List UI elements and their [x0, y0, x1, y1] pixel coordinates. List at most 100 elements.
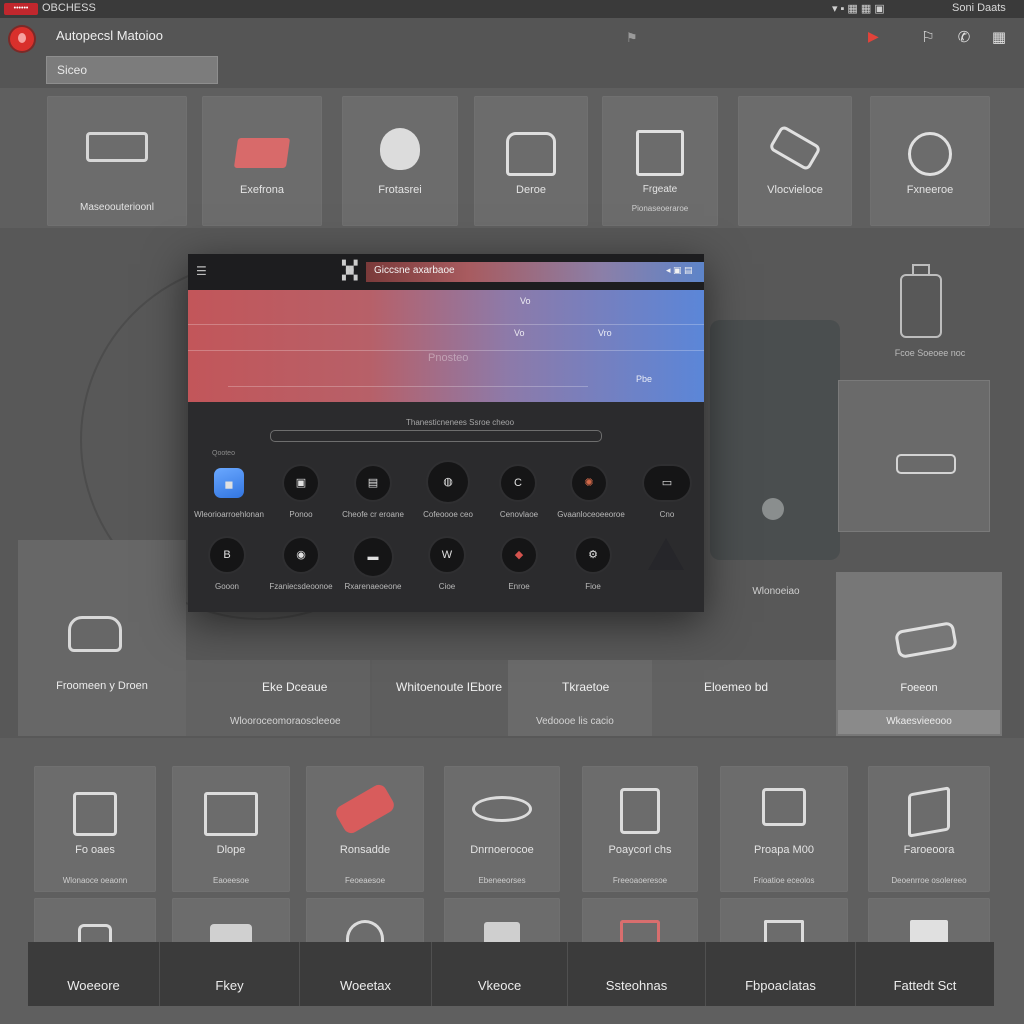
- app-icon-6[interactable]: ✺: [572, 466, 606, 500]
- modal-section-label: Qooteo: [212, 450, 235, 457]
- tile-low-6[interactable]: [720, 898, 848, 944]
- tile-label: Deroe: [516, 184, 546, 196]
- right-tile-sub: Wkaesvieeooo: [838, 710, 1000, 734]
- tile-sub: Frioatioe eceolos: [753, 876, 815, 885]
- strip-label: Whitoenoute IEbore: [396, 680, 503, 694]
- tile-sub: Feoeaesoe: [344, 876, 386, 885]
- dock-item-2[interactable]: Fkey: [160, 942, 300, 1006]
- app-icon-1[interactable]: ◼: [214, 468, 244, 498]
- dock-item-6[interactable]: Fbpoaclatas: [706, 942, 856, 1006]
- right-panel[interactable]: [838, 380, 990, 532]
- tile-low-3[interactable]: [306, 898, 424, 944]
- app-launcher-modal[interactable]: ☰ ▚▞ ▞▚ Giccsne axarbaoe ◂ ▣ ▤ Vo Vo Vro …: [188, 254, 704, 612]
- hero-text: Vo: [514, 328, 525, 338]
- gauge-icon: [908, 132, 952, 176]
- tile-sub: Wlonaoce oeaonn: [62, 876, 128, 885]
- tile-top-7[interactable]: Fxneeroe: [870, 96, 990, 226]
- app-icon-11[interactable]: W: [430, 538, 464, 572]
- tile-low-4[interactable]: [444, 898, 560, 944]
- hero-text: Vro: [598, 328, 612, 338]
- grid-icon[interactable]: ▦: [986, 28, 1012, 48]
- app-icon-7[interactable]: ▭: [644, 466, 690, 500]
- search-input[interactable]: [46, 56, 218, 84]
- menu-icon[interactable]: ☰: [196, 264, 207, 278]
- app-icon-3[interactable]: ▤: [356, 466, 390, 500]
- phone-icon[interactable]: ✆: [954, 28, 974, 48]
- tile-mid-4[interactable]: Dnrnoerocoe Ebeneeorses: [444, 766, 560, 892]
- dock-item-4[interactable]: Vkeoce: [432, 942, 568, 1006]
- modal-tab-icons[interactable]: ◂ ▣ ▤: [666, 265, 693, 276]
- tile-sub: Maseoouterioonl: [80, 202, 154, 213]
- card-icon: [233, 138, 291, 168]
- app-icon-8[interactable]: B: [210, 538, 244, 572]
- app-logo-icon[interactable]: [10, 27, 34, 51]
- bottle-icon: [900, 264, 942, 338]
- tools-icon: [73, 792, 117, 836]
- background-device: [710, 320, 840, 560]
- app-icon-5[interactable]: C: [501, 466, 535, 500]
- strip-cell-1[interactable]: Eke Dceaue Wlooroceomoraoscleeoe: [186, 660, 370, 736]
- hero-line: [188, 350, 704, 351]
- strip-cell-4[interactable]: Eloemeo bd: [652, 660, 836, 736]
- tile-mid-5[interactable]: Poaycorl chs Freeoaoeresoe: [582, 766, 698, 892]
- tile-label: Dlope: [216, 844, 246, 856]
- sensor-icon: [768, 124, 822, 172]
- dock-label: Ssteohnas: [605, 978, 668, 993]
- play-icon[interactable]: ▶: [868, 28, 879, 45]
- server-icon: [764, 920, 804, 944]
- tile-top-3[interactable]: Frotasrei: [342, 96, 458, 226]
- tile-label: Faroeoora: [903, 844, 955, 856]
- tile-top-5[interactable]: Frgeate Pionaseoeraroe: [602, 96, 718, 226]
- monitor-icon: [204, 792, 258, 836]
- tile-top-4[interactable]: Deroe: [474, 96, 588, 226]
- tile-mid-3[interactable]: Ronsadde Feoeaesoe: [306, 766, 424, 892]
- app-icon-9[interactable]: ◉: [284, 538, 318, 572]
- app-icon-12[interactable]: ◆: [502, 538, 536, 572]
- shield-icon: [380, 128, 420, 170]
- app-icon-2[interactable]: ▣: [284, 466, 318, 500]
- tile-top-1[interactable]: Maseoouterioonl: [47, 96, 187, 226]
- flag-button-icon[interactable]: ⚐: [918, 28, 938, 48]
- modal-slider[interactable]: [270, 430, 602, 442]
- hero-line: [228, 386, 588, 387]
- tile-label: Dnrnoerocoe: [470, 844, 534, 856]
- tile-label: Frotasrei: [378, 184, 422, 196]
- tile-low-5[interactable]: [582, 898, 698, 944]
- app-title: Autopecsl Matoioo: [56, 28, 163, 43]
- tile-top-6[interactable]: Vlocvieloce: [738, 96, 852, 226]
- right-tile-label: Foeeon: [900, 682, 938, 694]
- dock-item-5[interactable]: Ssteohnas: [568, 942, 706, 1006]
- app-icon-4[interactable]: ◍: [428, 462, 468, 502]
- strip-cell-3[interactable]: Tkraetoe Vedoooe lis cacio: [508, 660, 652, 736]
- bottle-label: Fcoe Soeoee noc: [894, 348, 966, 358]
- app-icon-13[interactable]: ⚙: [576, 538, 610, 572]
- tile-sub: Ebeneeorses: [478, 876, 526, 885]
- qr-icon[interactable]: ▚▞ ▞▚: [342, 262, 358, 281]
- app-icon-14[interactable]: [648, 538, 684, 570]
- hero-text: Vo: [520, 296, 531, 306]
- right-strip-label: Wlonoeiao: [752, 586, 800, 597]
- box-icon: [210, 924, 252, 944]
- tile-mid-1[interactable]: Fo oaes Wlonaoce oeaonn: [34, 766, 156, 892]
- tile-label: Frgeate: [642, 184, 678, 195]
- strip-label: Eloemeo bd: [704, 680, 769, 694]
- dock-label: Woeeore: [67, 978, 120, 993]
- tile-top-2[interactable]: Exefrona: [202, 96, 322, 226]
- status-app-name: OBCHESS: [42, 2, 96, 14]
- tile-low-1[interactable]: [34, 898, 156, 944]
- tile-low-7[interactable]: [868, 898, 990, 944]
- dock-item-1[interactable]: Woeeore: [28, 942, 160, 1006]
- tile-mid-7[interactable]: Faroeoora Deoenrroe osolereeo: [868, 766, 990, 892]
- hero-line: [188, 324, 704, 325]
- left-panel[interactable]: Froomeen y Droen: [18, 540, 186, 736]
- strip-sub-label: Vedoooe lis cacio: [536, 716, 614, 727]
- app-icon-10[interactable]: ▬: [354, 538, 392, 576]
- tile-mid-6[interactable]: Proapa M00 Frioatioe eceolos: [720, 766, 848, 892]
- dock-item-3[interactable]: Woeetax: [300, 942, 432, 1006]
- dock-item-7[interactable]: Fattedt Sct: [856, 942, 994, 1006]
- flag-icon[interactable]: ⚑: [626, 30, 640, 45]
- strip-cell-2[interactable]: Whitoenoute IEbore: [372, 660, 508, 736]
- tile-low-2[interactable]: [172, 898, 290, 944]
- status-badge: ••••••: [4, 3, 38, 15]
- tile-mid-2[interactable]: Dlope Eaoeesoe: [172, 766, 290, 892]
